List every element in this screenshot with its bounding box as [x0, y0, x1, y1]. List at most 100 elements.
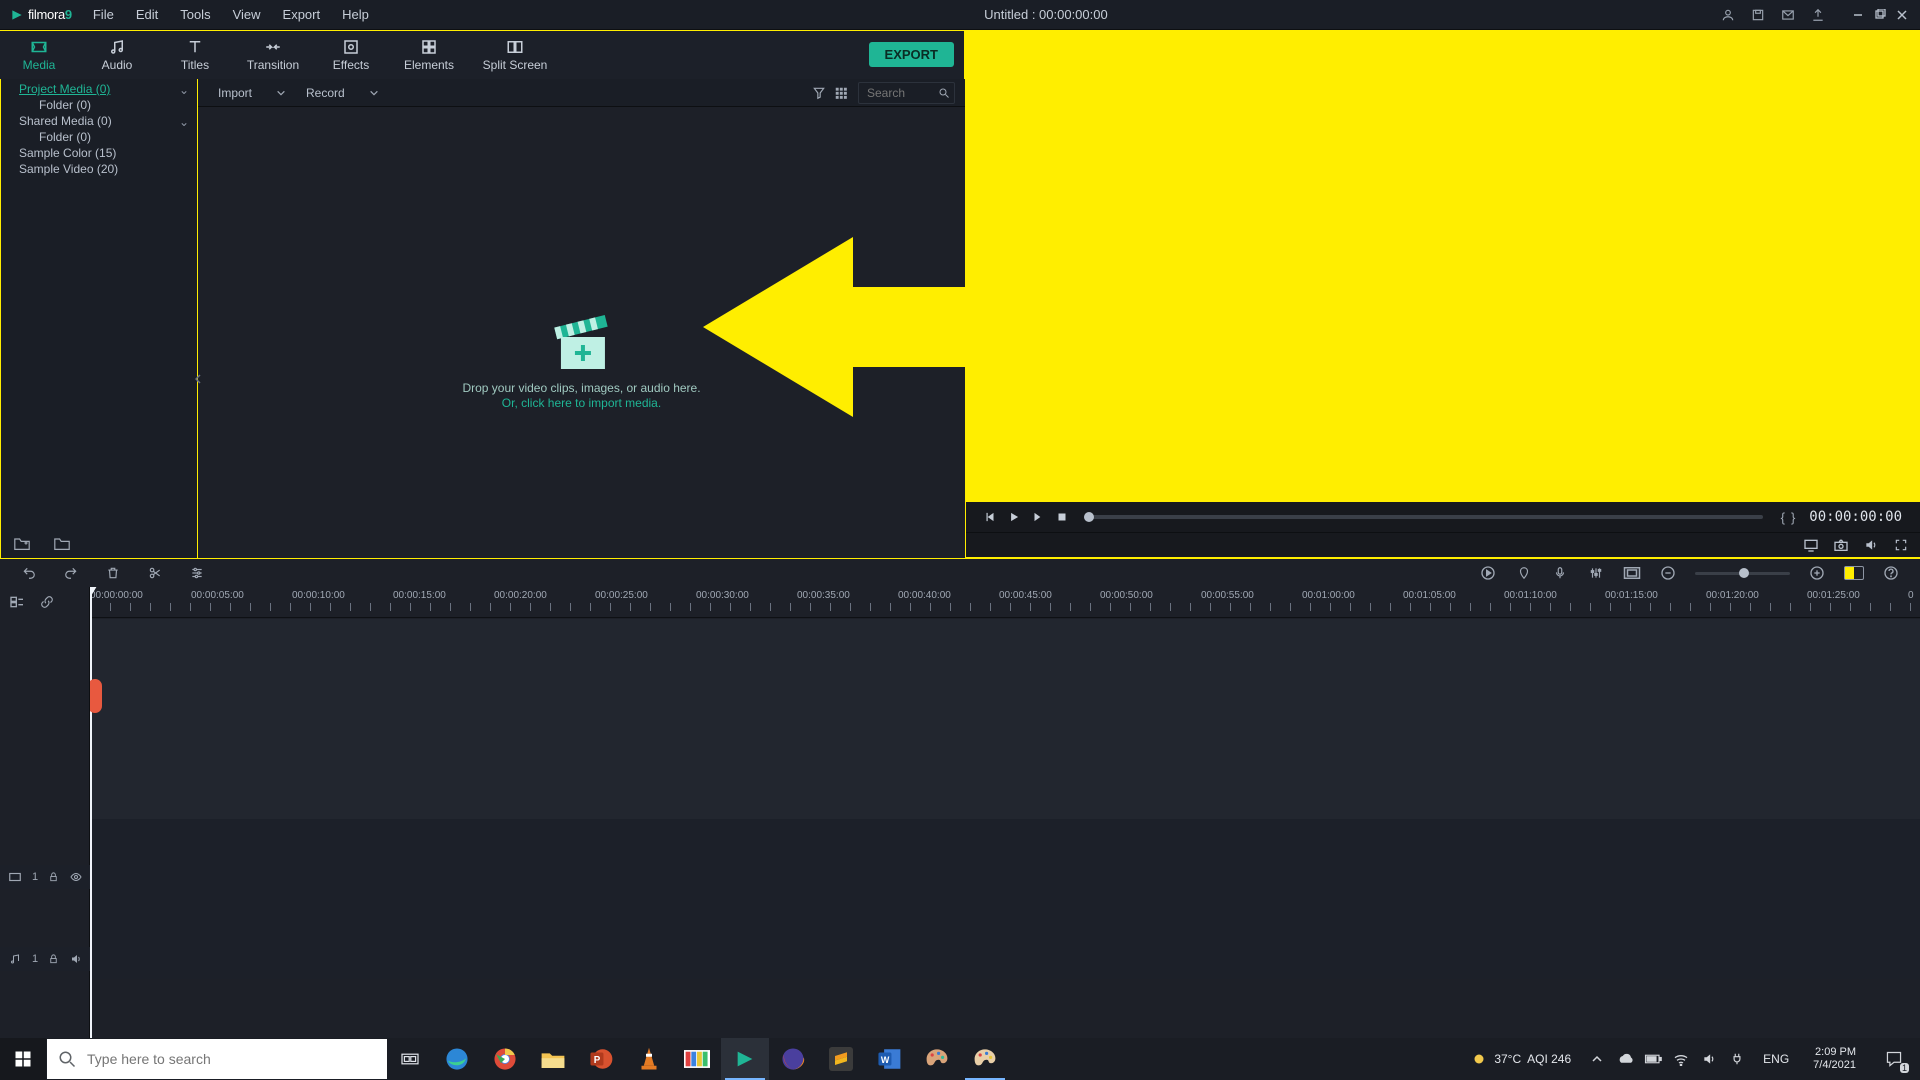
undo-icon[interactable]	[20, 564, 38, 582]
video-track-header[interactable]: 1	[0, 865, 90, 889]
app-filmora[interactable]	[721, 1038, 769, 1080]
lock-icon[interactable]	[48, 953, 59, 965]
media-dropzone[interactable]: Drop your video clips, images, or audio …	[462, 313, 700, 411]
app-colors[interactable]	[673, 1038, 721, 1080]
tab-media[interactable]: Media	[0, 31, 78, 78]
minimize-button[interactable]	[1848, 5, 1868, 25]
link-icon[interactable]	[38, 593, 56, 611]
grid-view-icon[interactable]	[830, 82, 852, 104]
taskbar-clock[interactable]: 2:09 PM 7/4/2021	[1805, 1046, 1864, 1072]
tree-shared-media[interactable]: Shared Media (0)⌄	[1, 113, 197, 129]
audio-track-header[interactable]: 1	[0, 947, 90, 971]
app-chrome[interactable]	[481, 1038, 529, 1080]
prev-frame-button[interactable]	[978, 505, 1002, 529]
stop-button[interactable]	[1050, 505, 1074, 529]
fullscreen-icon[interactable]	[1892, 536, 1910, 554]
tray-wifi-icon[interactable]	[1671, 1049, 1691, 1069]
app-word[interactable]: W	[865, 1038, 913, 1080]
taskbar-search[interactable]	[47, 1039, 387, 1079]
search-input[interactable]	[863, 86, 938, 100]
next-frame-button[interactable]	[1026, 505, 1050, 529]
timeline-body[interactable]: 00:00:00:0000:00:05:0000:00:10:0000:00:1…	[90, 587, 1920, 1038]
zoom-out-icon[interactable]	[1659, 564, 1677, 582]
record-dropdown[interactable]: Record	[296, 86, 389, 100]
tree-sample-color[interactable]: Sample Color (15)	[1, 145, 197, 161]
app-vlc[interactable]	[625, 1038, 673, 1080]
zoom-in-icon[interactable]	[1808, 564, 1826, 582]
playback-quality-icon[interactable]	[1802, 536, 1820, 554]
app-paint3d[interactable]	[913, 1038, 961, 1080]
menu-tools[interactable]: Tools	[169, 0, 221, 30]
menu-export[interactable]: Export	[272, 0, 332, 30]
mark-out-icon[interactable]: }	[1791, 510, 1795, 525]
audio-lane[interactable]	[90, 939, 1920, 979]
action-center-icon[interactable]: 1	[1872, 1038, 1916, 1080]
video-lane[interactable]	[90, 819, 1920, 939]
upload-icon[interactable]	[1810, 7, 1826, 23]
tree-sample-video[interactable]: Sample Video (20)	[1, 161, 197, 177]
account-icon[interactable]	[1720, 7, 1736, 23]
app-firefox[interactable]	[769, 1038, 817, 1080]
render-icon[interactable]	[1479, 564, 1497, 582]
save-icon[interactable]	[1750, 7, 1766, 23]
tab-split-screen[interactable]: Split Screen	[468, 31, 562, 78]
tray-volume-icon[interactable]	[1699, 1049, 1719, 1069]
edit-params-icon[interactable]	[188, 564, 206, 582]
task-view-icon[interactable]	[387, 1038, 433, 1080]
menu-help[interactable]: Help	[331, 0, 380, 30]
play-button[interactable]	[1002, 505, 1026, 529]
volume-icon[interactable]	[1862, 536, 1880, 554]
lock-icon[interactable]	[48, 871, 59, 883]
menu-edit[interactable]: Edit	[125, 0, 169, 30]
marker-icon[interactable]	[1515, 564, 1533, 582]
preview-scrubber[interactable]	[1084, 515, 1763, 519]
app-powerpoint[interactable]: P	[577, 1038, 625, 1080]
weather-widget[interactable]: 37°C AQI 246	[1462, 1050, 1579, 1068]
app-sublime[interactable]	[817, 1038, 865, 1080]
mute-icon[interactable]	[69, 953, 83, 965]
split-icon[interactable]	[146, 564, 164, 582]
import-dropdown[interactable]: Import	[208, 86, 296, 100]
tab-transition[interactable]: Transition	[234, 31, 312, 78]
tree-folder-2[interactable]: Folder (0)	[1, 129, 197, 145]
new-folder-icon[interactable]	[11, 534, 33, 552]
menu-view[interactable]: View	[222, 0, 272, 30]
tray-plug-icon[interactable]	[1727, 1049, 1747, 1069]
app-edge[interactable]	[433, 1038, 481, 1080]
zoom-fit-toggle[interactable]	[1844, 566, 1864, 580]
close-button[interactable]	[1892, 5, 1912, 25]
start-button[interactable]	[0, 1038, 46, 1080]
playhead[interactable]	[90, 587, 92, 1038]
tray-battery-icon[interactable]	[1643, 1049, 1663, 1069]
snapshot-icon[interactable]	[1832, 536, 1850, 554]
tray-onedrive-icon[interactable]	[1615, 1049, 1635, 1069]
tree-project-media[interactable]: Project Media (0)⌄	[1, 81, 197, 97]
tab-audio[interactable]: Audio	[78, 31, 156, 78]
track-manage-icon[interactable]	[8, 593, 26, 611]
chevron-down-icon[interactable]: ⌄	[179, 83, 189, 97]
tab-effects[interactable]: Effects	[312, 31, 390, 78]
mixer-icon[interactable]	[1587, 564, 1605, 582]
tab-titles[interactable]: Titles	[156, 31, 234, 78]
delete-icon[interactable]	[104, 564, 122, 582]
export-button[interactable]: EXPORT	[869, 42, 954, 67]
search-box[interactable]	[858, 82, 955, 104]
panel-expand-handle[interactable]	[195, 359, 201, 399]
taskbar-search-input[interactable]	[87, 1039, 387, 1079]
tab-elements[interactable]: Elements	[390, 31, 468, 78]
playhead-marker[interactable]	[90, 679, 102, 713]
tray-chevron-icon[interactable]	[1587, 1049, 1607, 1069]
timeline-ruler[interactable]: 00:00:00:0000:00:05:0000:00:10:0000:00:1…	[90, 587, 1920, 617]
language-indicator[interactable]: ENG	[1755, 1052, 1797, 1066]
ratio-icon[interactable]	[1623, 564, 1641, 582]
open-folder-icon[interactable]	[51, 534, 73, 552]
voiceover-icon[interactable]	[1551, 564, 1569, 582]
app-mspaint[interactable]	[961, 1038, 1009, 1080]
eye-icon[interactable]	[69, 871, 83, 883]
help-icon[interactable]	[1882, 564, 1900, 582]
message-icon[interactable]	[1780, 7, 1796, 23]
chevron-down-icon[interactable]: ⌄	[179, 115, 189, 129]
menu-file[interactable]: File	[82, 0, 125, 30]
maximize-button[interactable]	[1870, 5, 1890, 25]
app-explorer[interactable]	[529, 1038, 577, 1080]
